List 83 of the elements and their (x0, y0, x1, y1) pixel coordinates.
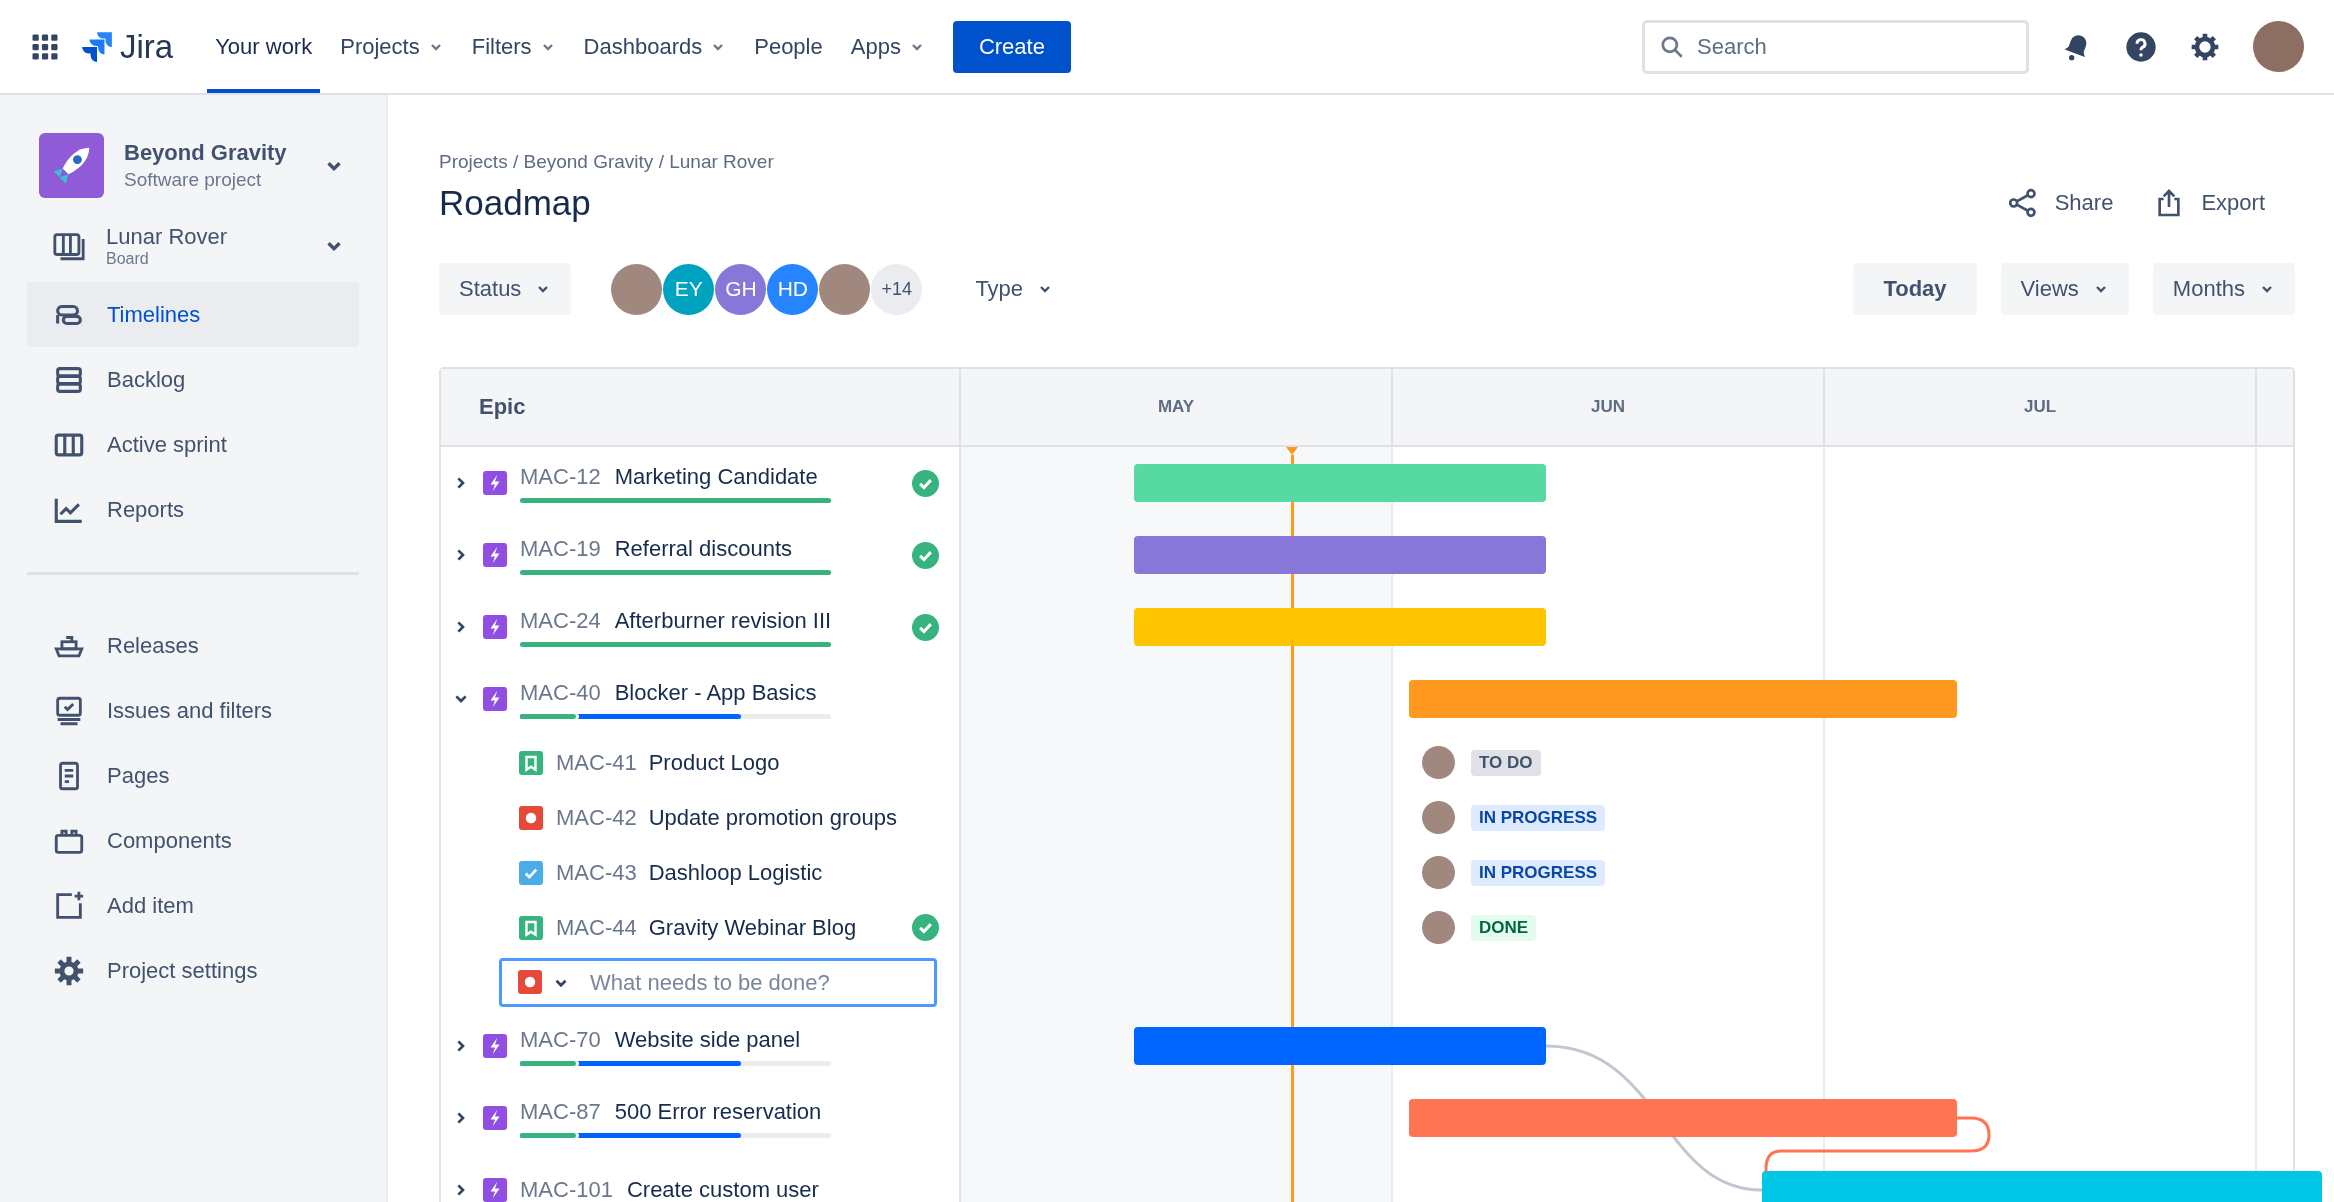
assignee-avatar (1422, 746, 1455, 779)
issue-title[interactable]: Product Logo (648, 749, 780, 776)
issue-key[interactable]: MAC-40 (520, 679, 601, 706)
epic-title[interactable]: Create custom user (626, 1177, 819, 1202)
lightning-icon (483, 615, 507, 639)
issue-key[interactable]: MAC-87 (520, 1098, 601, 1125)
epic-title[interactable]: Afterburner revision III (614, 607, 832, 634)
issue-key[interactable]: MAC-42 (556, 804, 637, 831)
assignee-avatar (1422, 801, 1455, 834)
assignee-avatar (1422, 911, 1455, 944)
epic-title[interactable]: Blocker - App Basics (614, 679, 817, 706)
sidebar-item[interactable]: Issues and filters (27, 678, 359, 743)
epic-title[interactable]: Marketing Candidate (614, 463, 818, 490)
month-header: JUL (2023, 397, 2057, 417)
user-avatar[interactable] (819, 263, 871, 315)
user-avatar[interactable]: GH (715, 263, 767, 315)
more-users-count[interactable]: +14 (871, 263, 923, 315)
nav-tab[interactable]: Filters (463, 0, 564, 93)
nav-tab[interactable]: Projects (332, 0, 452, 93)
lightning-icon (483, 1106, 507, 1130)
type-filter-button[interactable]: Type (955, 263, 1074, 315)
sidebar-item[interactable]: Reports (27, 477, 359, 542)
page-title: Roadmap (439, 183, 591, 223)
sidebar-item[interactable]: Backlog (27, 347, 359, 412)
export-button[interactable]: Export (2153, 183, 2265, 223)
sidebar-item[interactable]: Releases (27, 613, 359, 678)
rocket-logo-icon (39, 133, 104, 198)
issue-key[interactable]: MAC-19 (520, 535, 601, 562)
issue-key[interactable]: MAC-43 (556, 859, 637, 886)
issue-key[interactable]: MAC-70 (520, 1026, 601, 1053)
issue-title[interactable]: Gravity Webinar Blog (648, 914, 857, 941)
search-icon (1659, 33, 1685, 60)
issue-key[interactable]: MAC-101 (520, 1177, 613, 1202)
lightning-icon (483, 471, 507, 495)
lightning-icon (483, 543, 507, 567)
user-avatar[interactable]: HD (767, 263, 819, 315)
breadcrumb[interactable]: Projects / Beyond Gravity / Lunar Rover (439, 151, 2295, 173)
epic-title[interactable]: Website side panel (614, 1026, 801, 1053)
sidebar-item[interactable]: Project settings (27, 938, 359, 1003)
issue-key[interactable]: MAC-12 (520, 463, 601, 490)
share-button[interactable]: Share (2006, 183, 2114, 223)
sidebar-item[interactable]: Active sprint (27, 412, 359, 477)
status-lozenge: DONE (1471, 914, 1537, 941)
epic-title[interactable]: 500 Error reservation (614, 1098, 822, 1125)
lightning-icon (483, 687, 507, 711)
column-header: Epic (479, 394, 526, 420)
sidebar-item[interactable]: Components (27, 808, 359, 873)
user-avatar[interactable] (2253, 21, 2304, 72)
search-field[interactable]: Search (1642, 19, 2029, 74)
status-lozenge: IN PROGRESS (1471, 804, 1606, 831)
board-name[interactable]: Lunar Rover (106, 224, 303, 250)
month-header: MAY (1157, 397, 1195, 417)
lightning-icon (483, 1034, 507, 1058)
nav-tab[interactable]: Apps (842, 0, 933, 93)
sidebar-item[interactable]: Timelines (27, 282, 359, 347)
nav-tab[interactable]: Dashboards (575, 0, 735, 93)
new-issue-field[interactable]: What needs to be done? (499, 958, 937, 1007)
view-button[interactable]: Views (2000, 263, 2129, 315)
sidebar-item[interactable]: Add item (27, 873, 359, 938)
create-button[interactable]: Create (952, 20, 1071, 73)
epic-title[interactable]: Referral discounts (614, 535, 792, 562)
view-button[interactable]: Today (1853, 263, 1977, 315)
assignee-avatar (1422, 856, 1455, 889)
issue-key[interactable]: MAC-41 (556, 749, 637, 776)
view-button[interactable]: Months (2152, 263, 2295, 315)
nav-tab[interactable]: People (746, 0, 831, 93)
status-lozenge: IN PROGRESS (1471, 859, 1606, 886)
status-filter-button[interactable]: Status (439, 263, 572, 315)
issue-title[interactable]: Dashloop Logistic (648, 859, 823, 886)
issue-title[interactable]: Update promotion groups (648, 804, 897, 831)
issue-key[interactable]: MAC-44 (556, 914, 637, 941)
project-name: Beyond Gravity (124, 140, 288, 166)
help-icon[interactable] (2125, 30, 2157, 63)
issue-key[interactable]: MAC-24 (520, 607, 601, 634)
share-icon (2006, 187, 2039, 219)
project-type: Software project (124, 169, 263, 191)
sidebar-item[interactable]: Pages (27, 743, 359, 808)
user-avatar[interactable] (611, 263, 663, 315)
month-header: JUN (1591, 397, 1625, 417)
product-name[interactable]: Jira (120, 27, 174, 66)
board-type: Board (106, 250, 150, 268)
status-lozenge: TO DO (1471, 749, 1541, 776)
logo-icon[interactable] (80, 29, 114, 64)
